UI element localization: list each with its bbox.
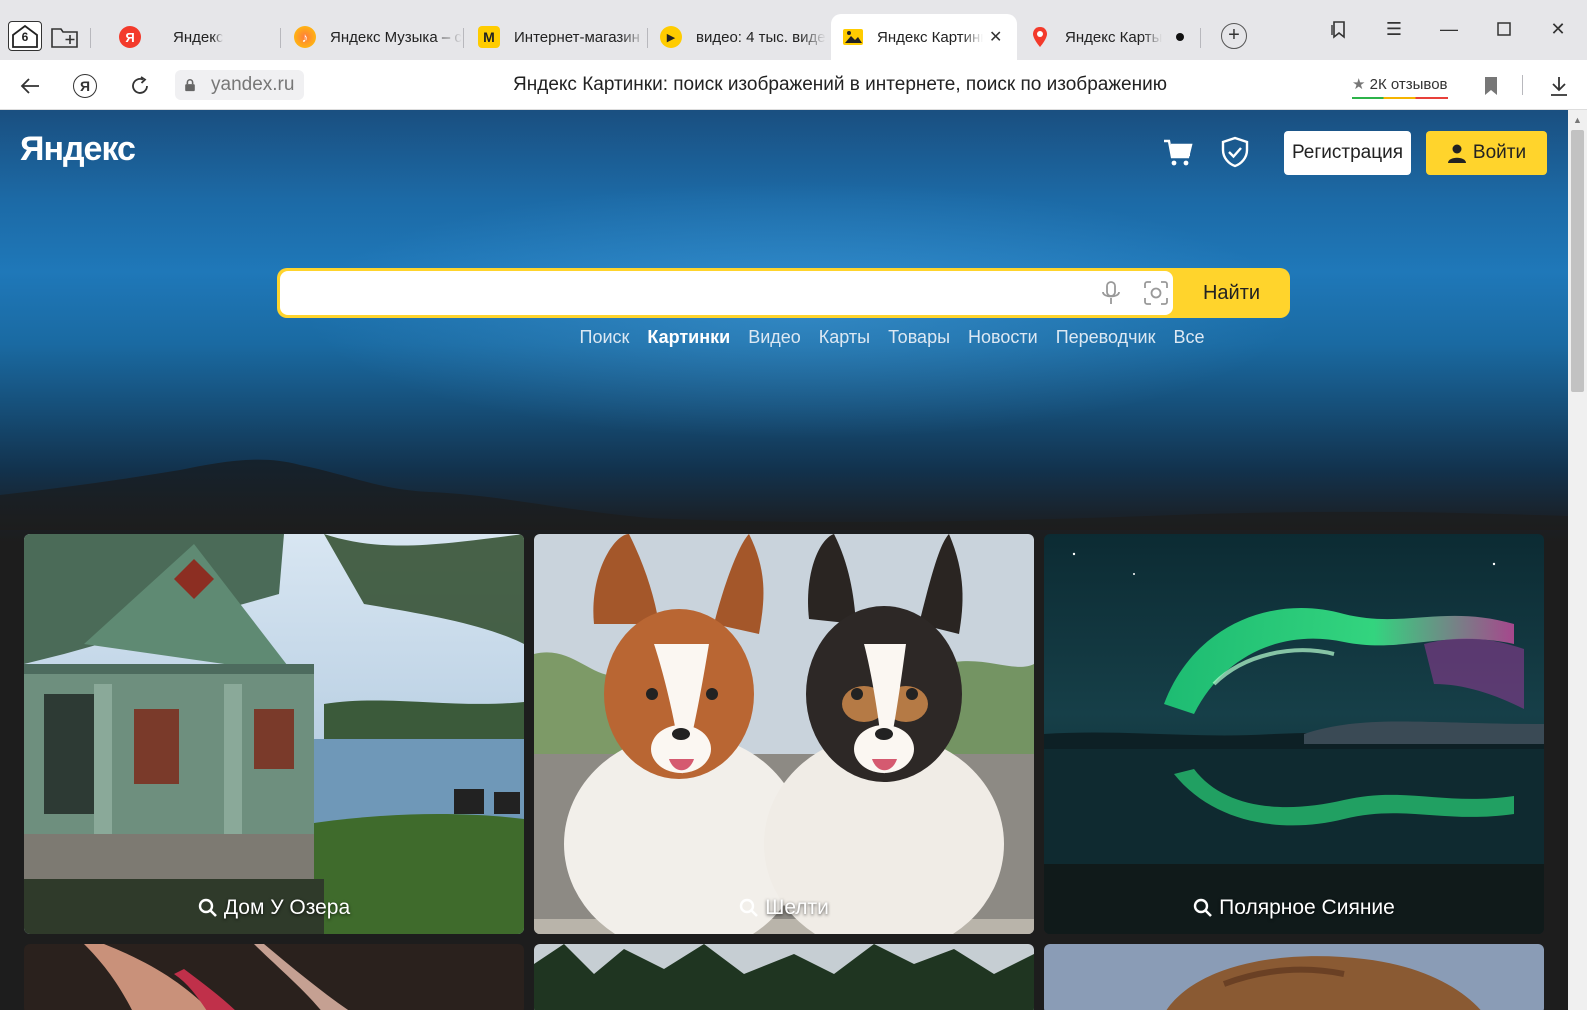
- cart-icon[interactable]: [1161, 135, 1195, 169]
- collections-icon[interactable]: [1324, 14, 1354, 44]
- image-tile-aurora[interactable]: Полярное Сияние: [1044, 534, 1544, 934]
- tab-title: Яндекс Музыка – собираем музыку: [330, 28, 462, 46]
- page-title[interactable]: Яндекс Картинки: поиск изображений в инт…: [0, 74, 1587, 96]
- tab-yandex-music[interactable]: ♪ Яндекс Музыка – собираем музыку: [282, 14, 462, 60]
- shelties-image: [534, 534, 1034, 934]
- tab-images-active[interactable]: Яндекс Картинки ✕: [831, 14, 1017, 60]
- service-translate[interactable]: Переводчик: [1056, 327, 1156, 348]
- microphone-icon[interactable]: [1097, 279, 1125, 307]
- reviews-text: 2К отзывов: [1369, 76, 1448, 93]
- aurora-image: [1044, 534, 1544, 934]
- scrollbar[interactable]: ▲: [1568, 110, 1587, 1010]
- camera-search-icon[interactable]: [1142, 279, 1170, 307]
- login-button[interactable]: Войти: [1426, 131, 1547, 175]
- service-video[interactable]: Видео: [748, 327, 801, 348]
- folder-plus-icon: [51, 28, 78, 48]
- service-search[interactable]: Поиск: [580, 327, 630, 348]
- image-tile-portrait[interactable]: [24, 944, 524, 1010]
- music-favicon-icon: ♪: [294, 26, 316, 48]
- play-favicon-icon: ▶: [660, 26, 682, 48]
- mountain-silhouette: [0, 459, 1568, 530]
- page-content: Яндекс Регистрация Войти Найти Поиск Кар…: [0, 110, 1568, 1010]
- tile-caption-text: Дом У Озера: [223, 896, 351, 919]
- image-tile-bear[interactable]: [1044, 944, 1544, 1010]
- reviews-link[interactable]: ★ 2К отзывов: [1352, 75, 1448, 99]
- service-images[interactable]: Картинки: [647, 327, 730, 348]
- market-favicon-icon: M: [478, 26, 500, 48]
- service-all[interactable]: Все: [1173, 327, 1204, 348]
- tab-title: Яндекс Карты: [1065, 28, 1163, 46]
- tab-count: 6: [21, 30, 29, 44]
- tab-market[interactable]: M Интернет-магазин Яндекс Маркет: [466, 14, 646, 60]
- tab-title: видео: 4 тыс. видео найдено: [696, 28, 826, 46]
- tab-separator: [90, 28, 91, 48]
- scrollbar-thumb[interactable]: [1571, 130, 1584, 392]
- service-maps[interactable]: Карты: [819, 327, 870, 348]
- search-bar: Найти: [277, 268, 1290, 318]
- search-input[interactable]: [280, 271, 1173, 315]
- search-icon: [198, 898, 217, 917]
- service-goods[interactable]: Товары: [888, 327, 950, 348]
- maximize-icon[interactable]: [1489, 14, 1519, 44]
- tab-separator: [463, 28, 464, 48]
- scroll-up-icon[interactable]: ▲: [1573, 115, 1582, 125]
- image-tile-lake-house[interactable]: Дом У Озера: [24, 534, 524, 934]
- map-pin-favicon-icon: [1029, 26, 1051, 48]
- tile-caption: Дом У Озера: [24, 896, 524, 920]
- search-icon: [1193, 898, 1213, 917]
- unread-dot-icon: [1176, 33, 1185, 41]
- new-tab-button[interactable]: +: [1221, 23, 1247, 49]
- shield-icon[interactable]: [1218, 135, 1252, 169]
- toolbar-separator: [1522, 75, 1523, 95]
- yandex-logo[interactable]: Яндекс: [20, 130, 136, 169]
- service-news[interactable]: Новости: [968, 327, 1038, 348]
- search-button[interactable]: Найти: [1173, 268, 1290, 318]
- tile-caption: Полярное Сияние: [1044, 896, 1544, 920]
- minimize-icon[interactable]: —: [1434, 14, 1464, 44]
- image-tile-forest[interactable]: [534, 944, 1034, 1010]
- bookmark-icon[interactable]: [1478, 73, 1504, 99]
- tab-yandex[interactable]: Я Яндекс: [107, 14, 277, 60]
- close-tab-icon[interactable]: ✕: [989, 27, 1002, 47]
- tab-title: Яндекс Картинки: [877, 28, 983, 46]
- tab-strip: 6 Я Яндекс ♪ Яндекс Музыка – собираем му…: [0, 0, 1587, 60]
- login-label: Войти: [1472, 142, 1527, 163]
- star-icon: ★: [1352, 76, 1366, 93]
- forest-image: [534, 944, 1034, 1010]
- portrait-image: [24, 944, 524, 1010]
- tile-caption-text: Шелти: [765, 896, 829, 919]
- tab-title: Яндекс: [173, 28, 224, 46]
- tab-manager-button[interactable]: 6: [8, 21, 42, 51]
- tab-maps[interactable]: Яндекс Карты: [1017, 14, 1197, 60]
- tile-caption: Шелти: [534, 896, 1034, 920]
- user-icon: [1447, 144, 1466, 163]
- close-window-icon[interactable]: ✕: [1543, 14, 1573, 44]
- tab-title: Интернет-магазин Яндекс Маркет: [514, 28, 646, 46]
- bear-image: [1044, 944, 1544, 1010]
- tab-video[interactable]: ▶ видео: 4 тыс. видео найдено: [648, 14, 826, 60]
- menu-icon[interactable]: ☰: [1379, 14, 1409, 44]
- yandex-favicon-icon: Я: [119, 26, 141, 48]
- image-tile-shelties[interactable]: Шелти: [534, 534, 1034, 934]
- lake-house-image: [24, 534, 524, 934]
- search-icon: [739, 898, 758, 917]
- register-button[interactable]: Регистрация: [1284, 131, 1411, 175]
- services-nav: Поиск Картинки Видео Карты Товары Новост…: [0, 327, 1568, 348]
- tile-caption-text: Полярное Сияние: [1219, 896, 1395, 919]
- download-icon[interactable]: [1546, 73, 1572, 99]
- new-tab-group-button[interactable]: [50, 24, 80, 50]
- tab-separator: [280, 28, 281, 48]
- image-favicon-icon: [843, 29, 863, 45]
- address-bar: Я yandex.ru Яндекс Картинки: поиск изобр…: [0, 60, 1587, 110]
- tab-separator: [1200, 28, 1201, 48]
